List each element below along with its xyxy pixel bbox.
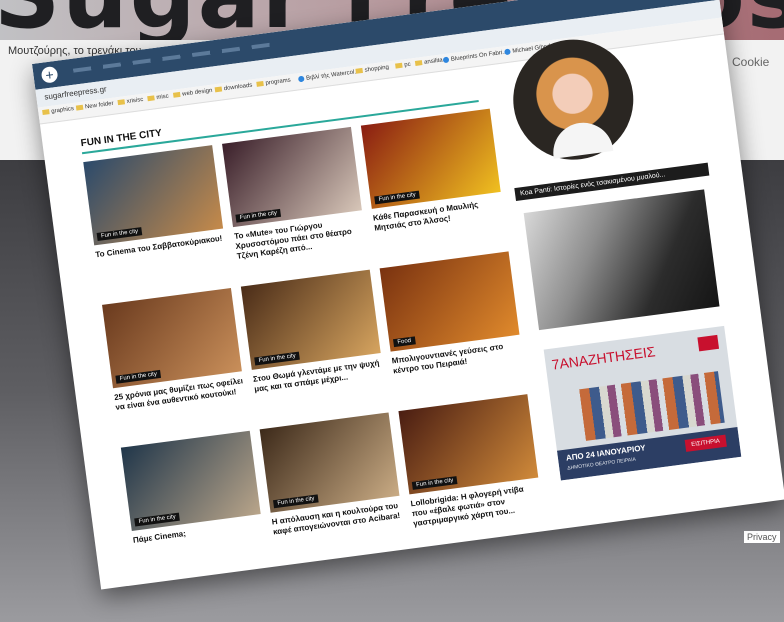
bookmark-label: shopping bbox=[364, 64, 390, 74]
sidebar-post-image[interactable] bbox=[523, 189, 720, 331]
folder-icon bbox=[256, 80, 264, 87]
bookmark-item[interactable]: web design bbox=[172, 87, 213, 99]
folder-icon bbox=[172, 91, 181, 98]
folder-icon bbox=[42, 109, 50, 116]
google-icon bbox=[297, 75, 305, 83]
new-tab-button[interactable]: + bbox=[40, 65, 59, 84]
article-card[interactable]: Fun in the city Το «Mute» του Γιώργου Χρυ… bbox=[222, 126, 366, 262]
privacy-label: Privacy bbox=[744, 531, 780, 543]
bookmark-label: pc bbox=[403, 61, 412, 69]
laptop-screen: + sugarfreepress.gr graphics New folder xr… bbox=[32, 0, 784, 590]
folder-icon bbox=[214, 86, 223, 93]
article-card[interactable]: Fun in the city Πάμε Cinema; bbox=[120, 430, 263, 546]
bookmark-label: Βιβλί τής Watercol... bbox=[305, 68, 360, 82]
bookmark-label: Blueprints On Fabri... bbox=[450, 49, 508, 63]
ad-logo-icon bbox=[697, 334, 720, 352]
ad-cast-image bbox=[579, 371, 725, 441]
article-thumbnail[interactable]: Fun in the city bbox=[398, 394, 539, 495]
article-card[interactable]: Fun in the city 25 χρόνια μας θυμίζει πως… bbox=[102, 287, 245, 413]
article-card[interactable]: Fun in the city Κάθε Παρασκευή ο Μαυλιής … bbox=[360, 108, 504, 234]
bookmark-label: misc bbox=[156, 93, 170, 102]
bookmark-label: ansilita bbox=[423, 57, 444, 66]
article-card[interactable]: Fun in the city Η απόλαυση και η κουλτούρ… bbox=[259, 412, 403, 537]
article-thumbnail[interactable]: Fun in the city bbox=[259, 412, 400, 513]
category-tag[interactable]: Food bbox=[393, 336, 416, 348]
folder-icon bbox=[395, 62, 403, 69]
bookmark-item[interactable]: programs bbox=[256, 77, 291, 88]
bookmark-item[interactable]: pc bbox=[395, 62, 411, 70]
bookmark-label: web design bbox=[181, 87, 213, 98]
bookmark-item[interactable]: downloads bbox=[214, 82, 253, 93]
bookmark-label: programs bbox=[265, 77, 292, 87]
category-tag[interactable]: Fun in the city bbox=[411, 476, 458, 490]
github-icon bbox=[504, 48, 511, 56]
bookmark-label: xrisisc bbox=[126, 96, 144, 106]
bookmark-label: downloads bbox=[223, 82, 253, 93]
theatre-ad[interactable]: 7ΑΝΑΖΗΤΗΣΕΙΣ ΑΠΟ 24 ΙΑΝΟΥΑΡΙΟΥ ΔΗΜΟΤΙΚΟ … bbox=[543, 325, 742, 481]
category-tag[interactable]: Fun in the city bbox=[374, 190, 421, 205]
category-tag[interactable]: Fun in the city bbox=[115, 369, 162, 384]
folder-icon bbox=[355, 67, 363, 74]
bookmark-item[interactable]: shopping bbox=[355, 64, 389, 74]
article-thumbnail[interactable]: Fun in the city bbox=[360, 108, 501, 209]
category-tag[interactable]: Fun in the city bbox=[273, 494, 320, 509]
article-card[interactable]: Fun in the city Στου Θωμά γλεντάμε με την… bbox=[240, 269, 384, 395]
folder-icon bbox=[75, 104, 84, 111]
article-card[interactable]: Fun in the city Το Cinema του Σαββατοκύρι… bbox=[83, 145, 225, 260]
article-thumbnail[interactable]: Fun in the city bbox=[222, 126, 362, 228]
bookmark-item[interactable]: xrisisc bbox=[117, 96, 144, 106]
article-card[interactable]: Fun in the city Lollobrigida: Η φλογερή ν… bbox=[398, 394, 542, 529]
category-tag[interactable]: Fun in the city bbox=[235, 208, 282, 223]
ad-title: 7ΑΝΑΖΗΤΗΣΕΙΣ bbox=[550, 343, 657, 373]
folder-icon bbox=[117, 99, 126, 106]
category-tag[interactable]: Fun in the city bbox=[134, 512, 181, 527]
google-icon bbox=[442, 56, 450, 64]
category-tag[interactable]: Fun in the city bbox=[96, 227, 143, 241]
folder-icon bbox=[414, 60, 423, 66]
folder-icon bbox=[147, 95, 155, 102]
category-tag[interactable]: Fun in the city bbox=[254, 351, 301, 366]
article-thumbnail[interactable]: Fun in the city bbox=[240, 269, 381, 370]
article-thumbnail[interactable]: Food bbox=[379, 251, 520, 352]
cookie-label: Cookie bbox=[732, 55, 770, 69]
bookmark-label: graphics bbox=[51, 106, 75, 115]
article-thumbnail[interactable]: Fun in the city bbox=[102, 287, 242, 389]
bookmark-item[interactable]: misc bbox=[147, 93, 169, 102]
article-thumbnail[interactable]: Fun in the city bbox=[120, 430, 261, 531]
bookmark-item[interactable]: graphics bbox=[42, 106, 74, 116]
article-thumbnail[interactable]: Fun in the city bbox=[83, 145, 224, 246]
article-card[interactable]: Food Μπολιγουντιανές γεύσεις στο κέντρο τ… bbox=[379, 251, 523, 376]
bookmark-item[interactable]: ansilita bbox=[414, 57, 444, 67]
bookmark-label: New folder bbox=[84, 100, 114, 111]
bookmark-item[interactable]: New folder bbox=[75, 100, 114, 112]
